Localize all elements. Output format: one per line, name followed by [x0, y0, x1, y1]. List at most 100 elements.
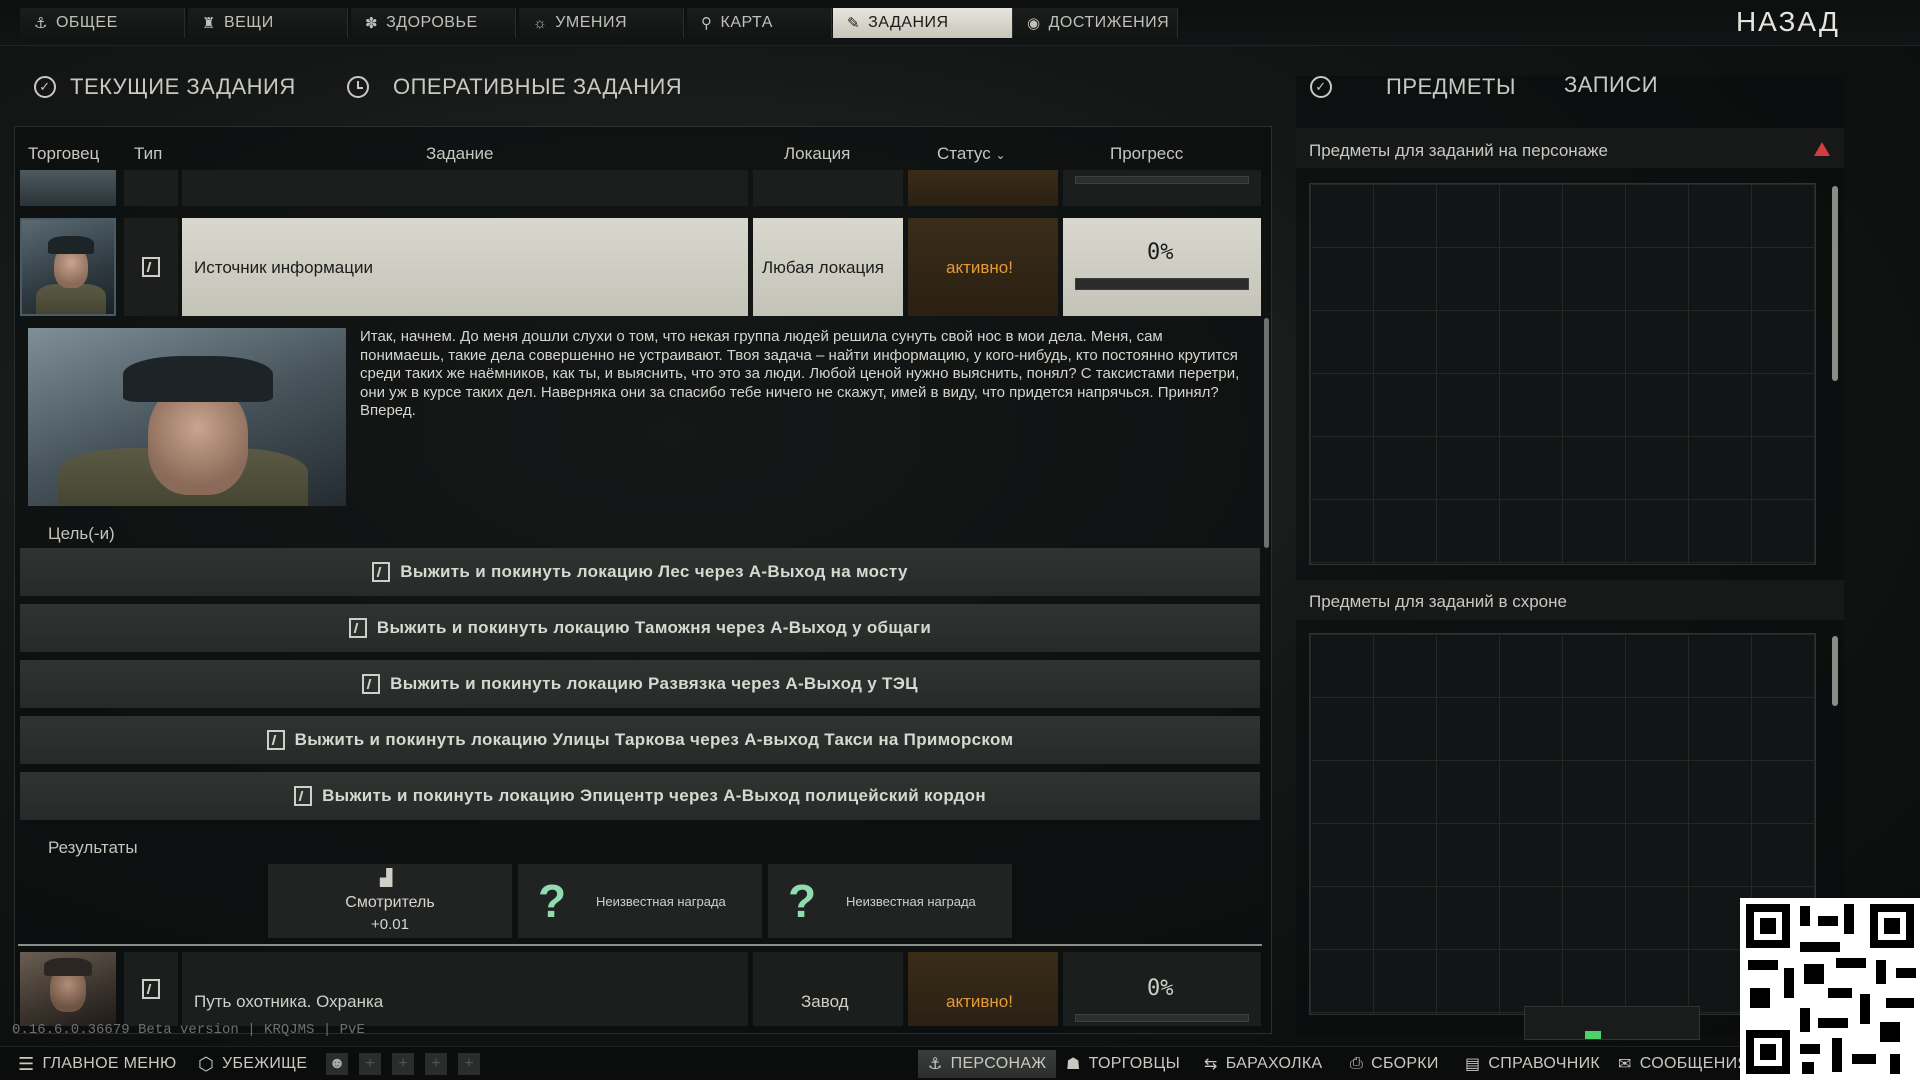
objective-row: Выжить и покинуть локацию Развязка через… [20, 660, 1260, 708]
back-button[interactable]: НАЗАД [1736, 6, 1840, 38]
quick-slot[interactable]: + [425, 1053, 447, 1075]
trader-artwork [28, 328, 346, 506]
progress-bar [1075, 1014, 1249, 1022]
quick-slot[interactable]: + [392, 1053, 414, 1075]
objective-row: Выжить и покинуть локацию Улицы Таркова … [20, 716, 1260, 764]
items-tab[interactable]: ✓ ПРЕДМЕТЫ [1310, 72, 1556, 102]
main-menu-button[interactable]: ☰ ГЛАВНОЕ МЕНЮ [18, 1052, 176, 1076]
task-cell-partial [182, 170, 748, 206]
reward-rep-value: +0.01 [371, 916, 409, 933]
exit-icon [294, 786, 313, 806]
details-scrollbar[interactable] [1264, 318, 1269, 548]
column-location[interactable]: Локация [784, 144, 850, 164]
checkmark-icon: ✓ [1310, 76, 1332, 98]
checkmark-icon: ✓ [34, 76, 56, 98]
type-cell-partial [124, 170, 178, 206]
avatar-icon: ☻ [328, 1055, 346, 1072]
objective-row: Выжить и покинуть локацию Таможня через … [20, 604, 1260, 652]
location-cell-partial [753, 170, 903, 206]
objective-text: Выжить и покинуть локацию Развязка через… [390, 674, 918, 693]
hideout-label: УБЕЖИЩЕ [222, 1055, 308, 1072]
quest-status: активно! [946, 258, 1013, 277]
details-divider [18, 944, 1262, 946]
health-icon: ✽ [365, 15, 379, 32]
column-status-label: Статус [937, 144, 991, 163]
column-type[interactable]: Тип [134, 144, 162, 164]
character-icon: ⚓ [34, 15, 48, 32]
builds-button[interactable]: ⎙ СБОРКИ [1350, 1052, 1439, 1076]
quest-location: Завод [801, 992, 849, 1011]
unknown-reward[interactable]: ? Неизвестная награда [768, 864, 1012, 938]
exit-icon [372, 562, 391, 582]
exit-icon [266, 730, 285, 750]
handbook-button[interactable]: ▤ СПРАВОЧНИК [1465, 1052, 1600, 1076]
column-trader[interactable]: Торговец [28, 144, 99, 164]
builds-icon: ⎙ [1350, 1055, 1364, 1072]
objectives-label: Цель(-и) [48, 524, 115, 543]
tab-label: ВЕЩИ [223, 14, 274, 31]
tab-label: КАРТА [720, 14, 773, 31]
status-cell-partial [908, 170, 1058, 206]
column-task[interactable]: Задание [426, 144, 493, 164]
builds-label: СБОРКИ [1371, 1055, 1439, 1072]
progress-bar [1075, 278, 1249, 290]
quick-slot[interactable]: + [359, 1053, 381, 1075]
progress-cell: 0% [1063, 952, 1261, 1026]
tab-label: ЗДОРОВЬЕ [386, 14, 478, 31]
objective-text: Выжить и покинуть локацию Эпицентр через… [322, 786, 986, 805]
notes-tab[interactable]: ЗАПИСИ [1564, 72, 1658, 98]
column-status[interactable]: Статус ⌄ [937, 144, 1006, 164]
quick-slot[interactable]: + [458, 1053, 480, 1075]
task-cell[interactable]: Путь охотника. Охранка [182, 952, 748, 1026]
in-stash-scrollbar[interactable] [1832, 636, 1838, 706]
trader-portrait-partial [20, 170, 116, 206]
task-cell[interactable]: Источник информации [182, 218, 748, 316]
column-progress[interactable]: Прогресс [1110, 144, 1183, 164]
current-tasks-tab[interactable]: ✓ ТЕКУЩИЕ ЗАДАНИЯ [34, 74, 296, 100]
on-character-scrollbar[interactable] [1832, 186, 1838, 381]
tab-tasks[interactable]: ✎ ЗАДАНИЯ [833, 8, 1013, 38]
hideout-button[interactable]: ⬡ УБЕЖИЩЕ [198, 1052, 307, 1076]
progress-cell: 0% [1063, 218, 1261, 316]
on-character-items-grid[interactable] [1309, 183, 1816, 565]
quick-slot[interactable]: ☻ [326, 1053, 348, 1075]
quest-name: Путь охотника. Охранка [194, 992, 384, 1011]
reputation-icon: ▟ [380, 870, 393, 887]
trader-portrait-jaeger[interactable] [20, 952, 116, 1026]
trader-portrait-prapor[interactable] [20, 218, 116, 316]
unknown-reward[interactable]: ? Неизвестная награда [518, 864, 762, 938]
results-label: Результаты [48, 838, 138, 857]
tab-health[interactable]: ✽ ЗДОРОВЬЕ [351, 8, 516, 38]
traders-button[interactable]: ☗ ТОРГОВЦЫ [1066, 1052, 1180, 1076]
map-pin-icon: ⚲ [701, 15, 713, 32]
exit-icon [142, 257, 160, 277]
skills-icon: ☼ [533, 14, 548, 32]
character-button[interactable]: ⚓ ПЕРСОНАЖ [918, 1050, 1057, 1078]
traders-label: ТОРГОВЦЫ [1088, 1055, 1181, 1072]
question-mark-icon: ? [538, 875, 567, 927]
items-tab-label: ПРЕДМЕТЫ [1386, 74, 1516, 99]
on-character-title: Предметы для заданий на персонаже [1309, 141, 1608, 160]
messages-button[interactable]: ✉ СООБЩЕНИЯ [1618, 1052, 1749, 1076]
tab-gear[interactable]: ♜ ВЕЩИ [188, 8, 348, 38]
tasks-icon: ✎ [847, 15, 861, 32]
type-cell [124, 218, 178, 316]
operational-tasks-tab[interactable]: ОПЕРАТИВНЫЕ ЗАДАНИЯ [347, 74, 682, 100]
tab-skills[interactable]: ☼ УМЕНИЯ [519, 8, 684, 38]
quest-progress-text: 0% [1147, 976, 1174, 1001]
tab-achievements[interactable]: ◉ ДОСТИЖЕНИЯ [1013, 8, 1178, 38]
status-cell: активно! [908, 952, 1058, 1026]
question-mark-icon: ? [788, 875, 817, 927]
in-stash-title: Предметы для заданий в схроне [1309, 592, 1567, 611]
tab-map[interactable]: ⚲ КАРТА [687, 8, 832, 38]
messages-label: СООБЩЕНИЯ [1639, 1055, 1750, 1072]
top-navigation: ⚓ ОБЩЕЕ ♜ ВЕЩИ ✽ ЗДОРОВЬЕ ☼ УМЕНИЯ ⚲ КАРТА ✎ З… [0, 0, 1920, 46]
tab-general[interactable]: ⚓ ОБЩЕЕ [20, 8, 185, 38]
warning-icon [1814, 142, 1830, 156]
flea-market-button[interactable]: ⇆ БАРАХОЛКА [1204, 1052, 1322, 1076]
achievements-icon: ◉ [1027, 15, 1041, 32]
location-cell: Любая локация [753, 218, 903, 316]
reputation-reward: ▟ Смотритель +0.01 [268, 864, 512, 938]
hideout-icon: ⬡ [198, 1053, 215, 1074]
version-label: 0.16.6.0.36679 Beta version | KRQJMS | P… [12, 1022, 365, 1038]
